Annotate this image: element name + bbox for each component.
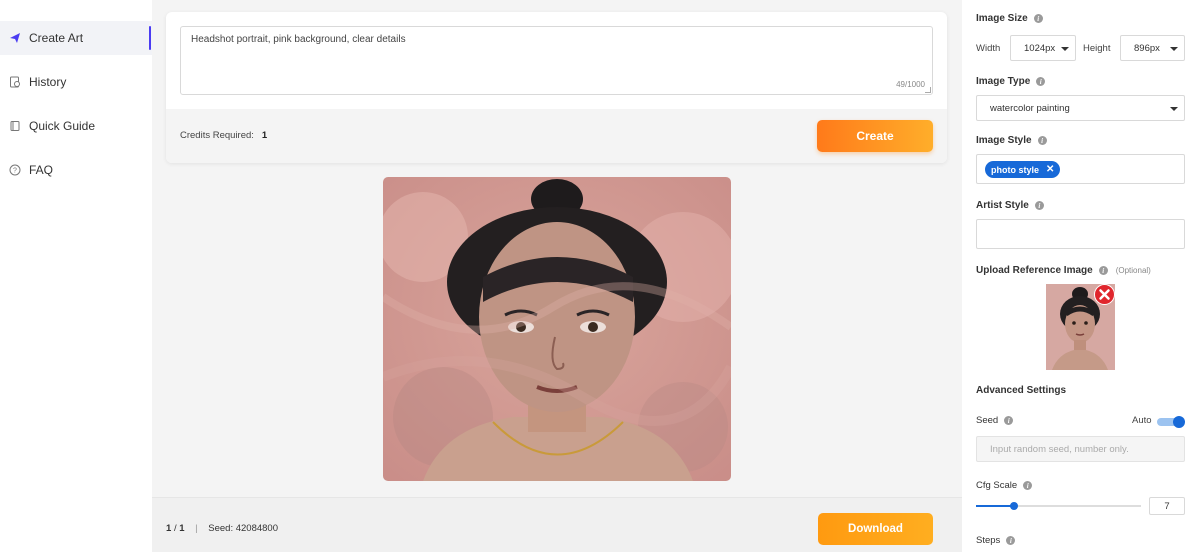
artist-style-field[interactable]: [976, 219, 1185, 249]
width-select[interactable]: 1024px: [1010, 35, 1076, 61]
cfg-slider-thumb[interactable]: [1010, 502, 1018, 510]
chevron-down-icon: [1170, 47, 1178, 51]
page-separator: /: [173, 523, 177, 534]
sidebar-item-faq[interactable]: ? FAQ: [0, 153, 152, 187]
sidebar-item-label: Create Art: [29, 31, 84, 45]
prompt-footer: Credits Required: 1 Create: [166, 109, 947, 163]
info-icon[interactable]: i: [1036, 77, 1046, 86]
upload-label: Upload Reference Image: [976, 265, 1093, 276]
advanced-settings-heading: Advanced Settings: [976, 385, 1067, 396]
style-chip-label: photo style: [991, 164, 1040, 175]
artist-style-label: Artist Style: [976, 200, 1029, 211]
cfg-slider-fill: [976, 505, 1014, 507]
info-icon[interactable]: i: [1004, 416, 1014, 425]
seed-value: 42084800: [235, 523, 279, 534]
paper-plane-icon: [8, 31, 22, 45]
sidebar-item-label: History: [29, 75, 67, 89]
close-icon[interactable]: ✕: [1046, 164, 1054, 175]
sidebar-item-label: Quick Guide: [29, 119, 96, 133]
cfg-heading: Cfg Scale i: [976, 480, 1033, 491]
width-label: Width: [976, 43, 1001, 54]
svg-text:?: ?: [13, 168, 17, 175]
remove-image-icon[interactable]: [1094, 284, 1115, 305]
chevron-down-icon: [1061, 47, 1069, 51]
artist-style-heading: Artist Style i: [976, 200, 1044, 211]
width-value: 1024px: [1024, 42, 1056, 54]
height-select[interactable]: 896px: [1120, 35, 1185, 61]
image-size-label: Image Size: [976, 13, 1028, 24]
create-button[interactable]: Create: [817, 120, 933, 152]
image-size-heading: Image Size i: [976, 13, 1043, 24]
pager: 1 / 1 | Seed: 42084800: [166, 523, 278, 534]
generated-image[interactable]: [383, 177, 731, 481]
upload-heading: Upload Reference Image i (Optional): [976, 265, 1151, 276]
seed-placeholder: Input random seed, number only.: [990, 443, 1129, 455]
page-current: 1: [166, 523, 172, 534]
seed-field-label: Seed: [976, 415, 999, 426]
info-icon[interactable]: i: [1034, 201, 1044, 210]
result-bar: 1 / 1 | Seed: 42084800 Download: [152, 497, 962, 552]
seed-input[interactable]: Input random seed, number only.: [976, 436, 1185, 462]
prompt-text: Headshot portrait, pink background, clea…: [191, 34, 406, 45]
image-type-label: Image Type: [976, 76, 1031, 87]
sidebar: Create Art History Quick Guide ? FAQ: [0, 0, 152, 552]
book-icon: [8, 119, 22, 133]
chevron-down-icon: [1170, 107, 1178, 111]
download-button[interactable]: Download: [818, 513, 933, 545]
main-area: Headshot portrait, pink background, clea…: [152, 0, 962, 552]
sidebar-item-history[interactable]: History: [0, 65, 152, 99]
sidebar-item-create-art[interactable]: Create Art: [0, 21, 152, 55]
height-label: Height: [1083, 43, 1111, 54]
info-icon[interactable]: i: [1006, 536, 1016, 545]
image-style-label: Image Style: [976, 135, 1032, 146]
steps-heading: Steps i: [976, 535, 1016, 546]
sidebar-item-label: FAQ: [29, 163, 54, 177]
question-icon: ?: [8, 163, 22, 177]
resize-handle[interactable]: [925, 87, 931, 93]
char-count: 49/1000: [896, 80, 925, 89]
image-type-heading: Image Type i: [976, 76, 1046, 87]
prompt-card: Headshot portrait, pink background, clea…: [166, 12, 947, 163]
style-chip[interactable]: photo style ✕: [985, 161, 1061, 178]
history-icon: [8, 75, 22, 89]
image-style-heading: Image Style i: [976, 135, 1047, 146]
auto-label: Auto: [1132, 415, 1152, 426]
image-style-field[interactable]: photo style ✕: [976, 154, 1185, 184]
info-icon[interactable]: i: [1037, 136, 1047, 145]
info-icon[interactable]: i: [1023, 481, 1033, 490]
credits-value: 1: [261, 130, 268, 141]
cfg-value-input[interactable]: 7: [1149, 497, 1185, 515]
image-type-select[interactable]: watercolor painting: [976, 95, 1185, 121]
page-total: 1: [179, 523, 185, 534]
info-icon[interactable]: i: [1098, 266, 1108, 275]
credits-label: Credits Required:: [180, 130, 254, 141]
cfg-slider[interactable]: [976, 502, 1141, 510]
image-type-value: watercolor painting: [990, 102, 1070, 114]
credits-required: Credits Required: 1: [180, 130, 267, 141]
auto-seed-toggle[interactable]: [1157, 415, 1185, 428]
prompt-textarea[interactable]: Headshot portrait, pink background, clea…: [180, 26, 933, 95]
optional-label: (Optional): [1115, 266, 1151, 275]
settings-panel: Image Size i Width 1024px Height 896px I…: [962, 0, 1200, 552]
seed-heading: Seed i: [976, 415, 1014, 426]
cfg-label: Cfg Scale: [976, 480, 1018, 491]
steps-label: Steps: [976, 535, 1001, 546]
info-icon[interactable]: i: [1033, 14, 1043, 23]
seed-label: Seed:: [208, 523, 234, 534]
height-value: 896px: [1134, 42, 1160, 54]
sidebar-item-quick-guide[interactable]: Quick Guide: [0, 109, 152, 143]
divider: |: [195, 523, 198, 534]
